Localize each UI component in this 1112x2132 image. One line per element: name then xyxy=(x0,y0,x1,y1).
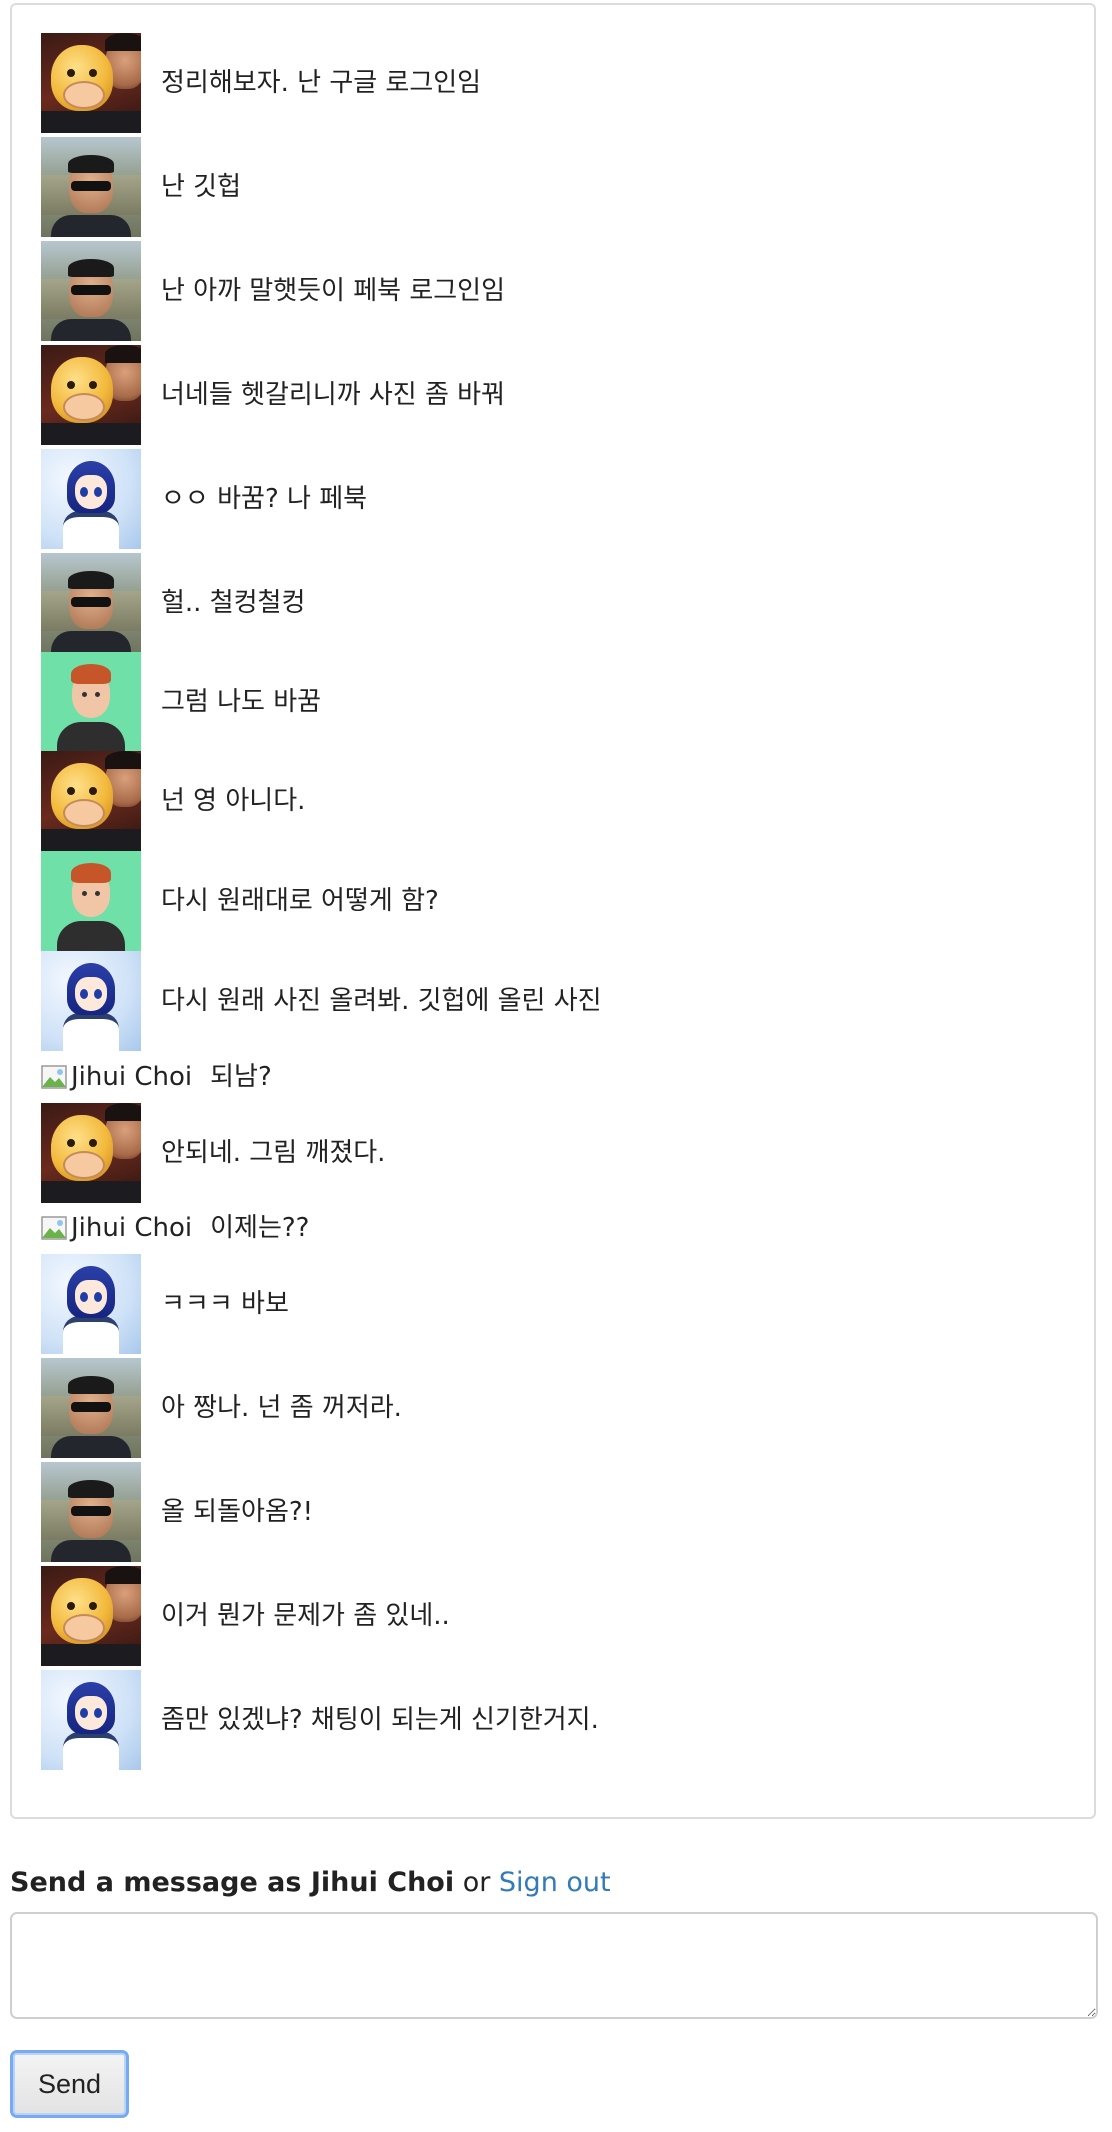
message-text: 아 짱나. 넌 좀 꺼저라. xyxy=(161,1393,402,1423)
cartoon-boy-avatar xyxy=(41,652,141,752)
anime-avatar xyxy=(41,449,141,549)
pig-avatar xyxy=(41,33,141,133)
message-item: 그럼 나도 바꿈 xyxy=(41,652,321,752)
message-item: 아 짱나. 넌 좀 꺼저라. xyxy=(41,1358,402,1458)
message-item: 올 되돌아옴?! xyxy=(41,1462,313,1562)
message-text: 다시 원래 사진 올려봐. 깃헙에 올린 사진 xyxy=(161,986,602,1016)
message-item: 난 깃헙 xyxy=(41,137,241,237)
anime-avatar xyxy=(41,951,141,1051)
message-item: 너네들 헷갈리니까 사진 좀 바꿔 xyxy=(41,345,505,445)
anime-avatar xyxy=(41,1670,141,1770)
sunglasses-avatar xyxy=(41,1358,141,1458)
message-text: 올 되돌아옴?! xyxy=(161,1497,314,1527)
cartoon-boy-avatar xyxy=(41,851,141,951)
message-input[interactable] xyxy=(10,1912,1098,2019)
pig-avatar xyxy=(41,345,141,445)
pig-avatar xyxy=(41,751,141,851)
anime-avatar xyxy=(41,1254,141,1354)
message-item: Jihui Choi 이제는?? xyxy=(41,1211,309,1245)
chat-app: 정리해보자. 난 구글 로그인임 난 깃헙 난 아까 말햇듯이 페북 로그인임 … xyxy=(0,0,1112,2132)
message-text: 다시 원래대로 어떻게 함? xyxy=(161,886,439,916)
message-item: 헐.. 철컹철컹 xyxy=(41,553,305,653)
sunglasses-avatar xyxy=(41,241,141,341)
avatar-alt-text: Jihui Choi xyxy=(71,1213,193,1243)
message-text: 너네들 헷갈리니까 사진 좀 바꿔 xyxy=(161,380,506,410)
message-text: 헐.. 철컹철컹 xyxy=(161,588,306,618)
sunglasses-avatar xyxy=(41,553,141,653)
message-item: 안되네. 그림 깨졌다. xyxy=(41,1103,385,1203)
send-button[interactable]: Send xyxy=(10,2050,129,2118)
message-text: 정리해보자. 난 구글 로그인임 xyxy=(161,68,482,98)
message-text: 그럼 나도 바꿈 xyxy=(161,687,322,717)
message-text: 이제는?? xyxy=(210,1213,310,1243)
message-item: 이거 뭔가 문제가 좀 있네.. xyxy=(41,1566,450,1666)
message-text: 이거 뭔가 문제가 좀 있네.. xyxy=(161,1601,450,1631)
or-text: or xyxy=(462,1867,491,1898)
message-text: 안되네. 그림 깨졌다. xyxy=(161,1138,386,1168)
message-item: 좀만 있겠냐? 채팅이 되는게 신기한거지. xyxy=(41,1670,599,1770)
pig-avatar xyxy=(41,1566,141,1666)
message-text: 되남? xyxy=(210,1062,272,1092)
message-item: ㅋㅋㅋ 바보 xyxy=(41,1254,289,1354)
message-item: Jihui Choi 되남? xyxy=(41,1060,272,1094)
pig-avatar xyxy=(41,1103,141,1203)
message-item: ㅇㅇ 바꿈? 나 페북 xyxy=(41,449,367,549)
message-item: 다시 원래 사진 올려봐. 깃헙에 올린 사진 xyxy=(41,951,602,1051)
message-item: 다시 원래대로 어떻게 함? xyxy=(41,851,439,951)
message-item: 넌 영 아니다. xyxy=(41,751,305,851)
avatar-alt-text: Jihui Choi xyxy=(71,1062,193,1092)
compose-label: Send a message as Jihui Choi or Sign out xyxy=(10,1866,611,1900)
sunglasses-avatar xyxy=(41,1462,141,1562)
sender-label: Send a message as Jihui Choi xyxy=(10,1867,455,1898)
message-text: 난 깃헙 xyxy=(161,172,242,202)
sunglasses-avatar xyxy=(41,137,141,237)
message-item: 난 아까 말햇듯이 페북 로그인임 xyxy=(41,241,505,341)
broken-image-icon xyxy=(41,1216,67,1240)
message-text: 난 아까 말햇듯이 페북 로그인임 xyxy=(161,276,506,306)
message-text: 넌 영 아니다. xyxy=(161,786,306,816)
broken-image-avatar: Jihui Choi xyxy=(41,1062,192,1092)
message-item: 정리해보자. 난 구글 로그인임 xyxy=(41,33,481,133)
broken-image-icon xyxy=(41,1065,67,1089)
message-text: ㅇㅇ 바꿈? 나 페북 xyxy=(161,484,368,514)
message-text: ㅋㅋㅋ 바보 xyxy=(161,1289,289,1319)
broken-image-avatar: Jihui Choi xyxy=(41,1213,192,1243)
sign-out-link[interactable]: Sign out xyxy=(499,1867,611,1898)
message-text: 좀만 있겠냐? 채팅이 되는게 신기한거지. xyxy=(161,1705,599,1735)
